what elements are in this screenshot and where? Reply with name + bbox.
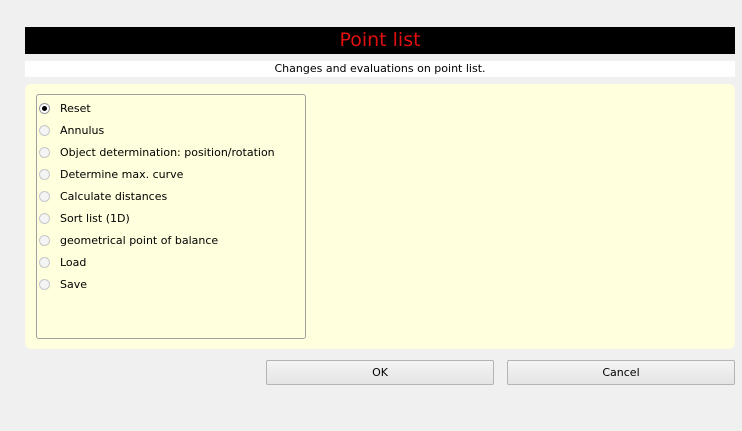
option-calculate-distances[interactable]: Calculate distances (39, 186, 167, 206)
option-save[interactable]: Save (39, 274, 87, 294)
option-label: Reset (60, 101, 91, 115)
radio-button-sort-list[interactable] (39, 212, 50, 224)
option-label: Calculate distances (60, 189, 168, 203)
ok-button[interactable]: OK (266, 360, 494, 385)
radio-button-save[interactable] (39, 278, 50, 290)
radio-button-annulus[interactable] (39, 124, 50, 136)
option-label: Save (60, 277, 88, 291)
option-load[interactable]: Load (39, 252, 86, 272)
radio-button-object-determination[interactable] (39, 146, 50, 158)
option-reset[interactable]: Reset (39, 98, 91, 118)
dialog-subtitle: Changes and evaluations on point list. (25, 61, 735, 77)
option-label: Determine max. curve (60, 167, 184, 181)
option-label: Annulus (60, 123, 105, 137)
option-determine-max-curve[interactable]: Determine max. curve (39, 164, 183, 184)
option-annulus[interactable]: Annulus (39, 120, 104, 140)
option-radio-group: Reset Annulus Object determination: posi… (36, 94, 306, 339)
radio-button-reset[interactable] (39, 102, 50, 114)
radio-button-geometrical-point-of-balance[interactable] (39, 234, 50, 246)
content-panel: Reset Annulus Object determination: posi… (25, 84, 735, 349)
option-object-determination[interactable]: Object determination: position/rotation (39, 142, 275, 162)
option-label: Load (60, 255, 87, 269)
option-geometrical-point-of-balance[interactable]: geometrical point of balance (39, 230, 218, 250)
radio-button-calculate-distances[interactable] (39, 190, 50, 202)
radio-button-determine-max-curve[interactable] (39, 168, 50, 180)
radio-button-load[interactable] (39, 256, 50, 268)
cancel-button[interactable]: Cancel (507, 360, 735, 385)
option-label: Sort list (1D) (60, 211, 130, 225)
option-label: Object determination: position/rotation (60, 145, 275, 159)
option-sort-list[interactable]: Sort list (1D) (39, 208, 130, 228)
option-label: geometrical point of balance (60, 233, 219, 247)
dialog-title: Point list (25, 27, 735, 54)
